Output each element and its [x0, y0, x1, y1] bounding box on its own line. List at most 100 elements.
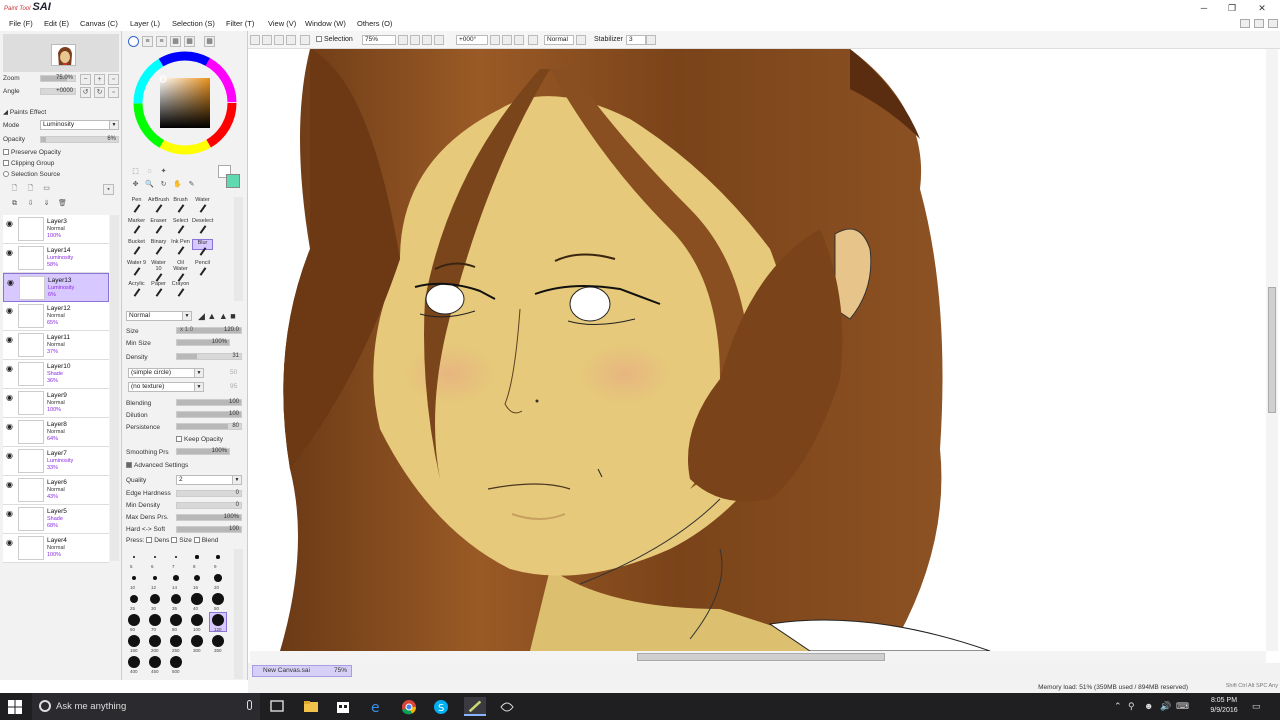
rotate-tool-icon[interactable]: ↻ — [158, 180, 169, 191]
brush-size-dot[interactable] — [174, 555, 178, 559]
transfer-down-icon[interactable]: ⇩ — [25, 199, 36, 210]
brush-tool-pencil[interactable]: Pencil — [192, 260, 213, 276]
menu-selection[interactable]: Selection (S) — [172, 19, 215, 28]
brush-size-dot[interactable] — [152, 575, 158, 581]
rotate-right-button[interactable]: ↻ — [94, 87, 105, 98]
blending-slider[interactable]: 100 — [176, 399, 242, 406]
magic-wand-icon[interactable]: ✦ — [158, 167, 169, 178]
tray-overflow-icon[interactable]: ⌃ — [1114, 701, 1122, 712]
visibility-eye-icon[interactable]: ◉ — [6, 423, 15, 431]
brush-size-dot[interactable] — [170, 593, 182, 605]
layer-row[interactable]: ◉ Layer14 Luminosity 58% — [3, 244, 109, 273]
visibility-eye-icon[interactable]: ◉ — [6, 249, 15, 257]
brush-size-dot[interactable] — [170, 635, 182, 647]
clear-icon[interactable] — [286, 35, 296, 45]
visibility-eye-icon[interactable]: ◉ — [7, 279, 16, 287]
new-layer-icon[interactable]: 🗋 — [9, 184, 20, 195]
brush-size-dot[interactable] — [195, 555, 199, 559]
edge-browser-icon[interactable]: e — [366, 697, 388, 716]
zoom-out-icon[interactable] — [398, 35, 408, 45]
quality-select[interactable]: 2 ▼ — [176, 475, 242, 485]
flip-icon[interactable] — [528, 35, 538, 45]
rgb-slider-icon[interactable]: ≡ — [142, 36, 153, 47]
color-mixer-icon[interactable]: ▦ — [170, 36, 181, 47]
zoom-tool-icon[interactable]: 🔍 — [144, 180, 155, 191]
scratchpad-icon[interactable]: ▦ — [204, 36, 215, 47]
user-icon[interactable]: ☻ — [1144, 701, 1153, 711]
microphone-icon[interactable] — [247, 700, 252, 710]
brush-size-dot[interactable] — [128, 656, 140, 668]
lasso-icon[interactable]: ◌ — [144, 167, 155, 178]
stabilizer-dropdown-icon[interactable] — [646, 35, 656, 45]
eyedropper-icon[interactable]: ✎ — [186, 180, 197, 191]
brush-size-dot[interactable] — [149, 656, 161, 668]
maximize-button[interactable]: ❐ — [1222, 2, 1242, 14]
brush-size-dot[interactable] — [193, 574, 201, 582]
layer-list-scrollbar[interactable] — [110, 215, 119, 561]
menu-file[interactable]: File (F) — [9, 19, 33, 28]
zoom-reset-button[interactable]: ▫ — [108, 74, 119, 85]
task-view-icon[interactable] — [266, 697, 288, 716]
drawing-canvas[interactable] — [250, 49, 1266, 651]
brush-size-dot[interactable] — [191, 635, 203, 647]
delete-layer-icon[interactable]: 🗑 — [57, 199, 68, 210]
brush-shape-icons[interactable]: ◢ ▲ ▲ ■ — [198, 311, 236, 322]
volume-icon[interactable]: 🔊 — [1160, 701, 1171, 712]
minimize-button[interactable]: ─ — [1194, 2, 1214, 14]
brush-size-dot[interactable] — [133, 556, 135, 558]
zoom-slider[interactable]: 75.0% — [40, 75, 76, 82]
opacity-slider[interactable]: 6% — [40, 136, 119, 143]
paint-tool-sai-icon[interactable] — [464, 697, 486, 716]
max-dens-slider[interactable]: 100% — [176, 514, 242, 521]
visibility-eye-icon[interactable]: ◉ — [6, 220, 15, 228]
brush-tool-airbrush[interactable]: AirBrush — [148, 197, 169, 213]
document-tab[interactable]: New Canvas.sai 75% — [252, 665, 352, 677]
layer-row[interactable]: ◉ Layer8 Normal 64% — [3, 418, 109, 447]
move-icon[interactable]: ✥ — [130, 180, 141, 191]
clipping-group-checkbox[interactable]: Clipping Group — [3, 160, 54, 167]
rotate-reset-button[interactable]: ▫ — [108, 87, 119, 98]
brush-tool-water[interactable]: Water — [192, 197, 213, 213]
brush-size-dot[interactable] — [149, 614, 161, 626]
zoom-reset-icon[interactable] — [434, 35, 444, 45]
rotate-cw-icon[interactable] — [502, 35, 512, 45]
visibility-eye-icon[interactable]: ◉ — [6, 539, 15, 547]
brush-tool-paper[interactable]: Paper — [148, 281, 169, 297]
brush-tool-acrylic[interactable]: Acrylic — [126, 281, 147, 297]
zoom-fit-icon[interactable] — [422, 35, 432, 45]
brush-tool-pen[interactable]: Pen — [126, 197, 147, 213]
chrome-icon[interactable] — [398, 697, 420, 716]
zoom-in-icon[interactable] — [410, 35, 420, 45]
angle-select[interactable]: +000° — [456, 35, 488, 45]
hand-icon[interactable]: ✋ — [172, 180, 183, 191]
navigator-preview[interactable] — [3, 34, 119, 72]
smoothing-slider[interactable]: 100% — [176, 448, 230, 455]
menu-view[interactable]: View (V) — [268, 19, 296, 28]
press-blend-checkbox[interactable]: Blend — [202, 537, 219, 544]
density-slider[interactable]: 31 — [176, 353, 242, 360]
brush-size-dot[interactable] — [191, 593, 203, 605]
press-dens-checkbox[interactable]: Dens — [154, 537, 169, 544]
network-icon[interactable]: ⚲ — [1128, 701, 1135, 712]
undo-icon[interactable] — [262, 35, 272, 45]
visibility-eye-icon[interactable]: ◉ — [6, 452, 15, 460]
canvas-vertical-scrollbar[interactable] — [1266, 49, 1278, 651]
canvas-blend-select[interactable]: Normal — [544, 35, 574, 45]
visibility-eye-icon[interactable]: ◉ — [6, 481, 15, 489]
size-slider[interactable]: x 1.0 120.0 — [176, 327, 242, 334]
new-linework-layer-icon[interactable]: 🗋 — [25, 184, 36, 195]
invert-select-icon[interactable] — [300, 35, 310, 45]
keyboard-icon[interactable]: ⌨ — [1176, 701, 1189, 712]
skype-icon[interactable]: S — [430, 697, 452, 716]
store-icon[interactable] — [332, 697, 354, 716]
menu-others[interactable]: Others (O) — [357, 19, 392, 28]
brush-tool-brush[interactable]: Brush — [170, 197, 191, 213]
visibility-eye-icon[interactable]: ◉ — [6, 336, 15, 344]
layer-row[interactable]: ◉ Layer11 Normal 37% — [3, 331, 109, 360]
brush-size-dot[interactable] — [128, 614, 140, 626]
brush-tool-water-10[interactable]: Water 10 — [148, 260, 169, 282]
zoom-select[interactable]: 75% — [362, 35, 396, 45]
brush-shape-select[interactable]: (simple circle) ▼ — [128, 368, 204, 378]
menu-edit[interactable]: Edit (E) — [44, 19, 69, 28]
hard-soft-slider[interactable]: 100 — [176, 526, 242, 533]
